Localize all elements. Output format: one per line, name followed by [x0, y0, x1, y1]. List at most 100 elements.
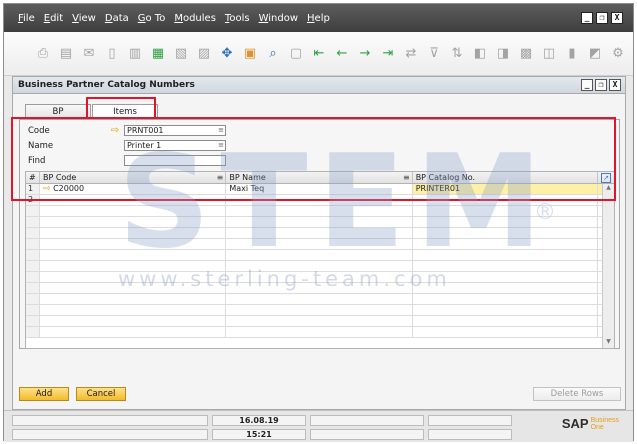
bp-code-cell[interactable]: ⇨ C20000 [40, 184, 227, 194]
grid-cell[interactable] [413, 206, 599, 216]
grid-cell[interactable] [40, 250, 227, 260]
col-header-bp-code[interactable]: BP Code ≡ [40, 172, 227, 183]
volume-weight-icon[interactable]: ▮ [563, 45, 581, 63]
table-row[interactable] [26, 272, 614, 283]
col-header-catalog-no[interactable]: BP Catalog No. [413, 172, 599, 183]
grid-cell[interactable] [226, 316, 413, 326]
menu-help[interactable]: Help [307, 13, 330, 24]
layout-designer-icon[interactable]: ◩ [586, 45, 604, 63]
restore-button[interactable]: ❐ [596, 12, 608, 24]
table-row[interactable] [26, 261, 614, 272]
target-document-icon[interactable]: ◨ [494, 45, 512, 63]
last-record-icon[interactable]: ⇥ [379, 45, 397, 63]
col-header-bp-name[interactable]: BP Name ≡ [226, 172, 413, 183]
print-icon[interactable]: ▤ [57, 45, 75, 63]
grid-cell[interactable] [226, 283, 413, 293]
first-record-icon[interactable]: ⇤ [310, 45, 328, 63]
grid-cell[interactable] [226, 327, 413, 337]
email-icon[interactable]: ✉ [80, 45, 98, 63]
tab-bp[interactable]: BP [25, 104, 91, 119]
payment-means-icon[interactable]: ◫ [540, 45, 558, 63]
table-row[interactable] [26, 228, 614, 239]
cancel-button[interactable]: Cancel [76, 387, 126, 401]
grid-cell[interactable] [226, 250, 413, 260]
tab-items[interactable]: Items [92, 104, 158, 120]
catalog-no-cell[interactable] [413, 195, 599, 205]
grid-cell[interactable] [413, 250, 599, 260]
fax-icon[interactable]: ▥ [126, 45, 144, 63]
delete-rows-button[interactable]: Delete Rows [533, 387, 621, 401]
grid-cell[interactable] [226, 217, 413, 227]
table-row[interactable]: 2 [26, 195, 614, 206]
grid-cell[interactable] [413, 272, 599, 282]
table-row[interactable] [26, 327, 614, 338]
menu-file[interactable]: File [18, 13, 35, 24]
grid-cell[interactable] [40, 327, 227, 337]
table-row[interactable] [26, 316, 614, 327]
find-icon[interactable]: ⌕ [264, 45, 282, 63]
grid-cell[interactable] [413, 327, 599, 337]
grid-cell[interactable] [40, 217, 227, 227]
table-row[interactable] [26, 239, 614, 250]
scroll-down-icon[interactable]: ▼ [603, 338, 614, 348]
list-icon[interactable]: ≡ [218, 141, 224, 150]
minimize-button[interactable]: _ [581, 12, 593, 24]
form-restore-button[interactable]: ❐ [595, 79, 607, 91]
grid-cell[interactable] [226, 239, 413, 249]
grid-cell[interactable] [226, 228, 413, 238]
grid-scrollbar[interactable]: ▲ ▼ [602, 184, 614, 348]
table-row[interactable] [26, 305, 614, 316]
next-record-icon[interactable]: → [356, 45, 374, 63]
column-menu-icon[interactable]: ≡ [403, 172, 410, 183]
grid-cell[interactable] [40, 272, 227, 282]
bp-name-cell[interactable]: Maxi Teq [226, 184, 413, 194]
table-row[interactable] [26, 283, 614, 294]
grid-cell[interactable] [413, 228, 599, 238]
grid-cell[interactable] [413, 294, 599, 304]
code-field[interactable]: PRNT001 ≡ [124, 125, 226, 136]
form-close-button[interactable]: X [609, 79, 621, 91]
form-settings-icon[interactable]: ⚙ [609, 45, 627, 63]
table-row[interactable]: 1 ⇨ C20000 Maxi Teq PRINTER01 [26, 184, 614, 195]
table-row[interactable] [26, 294, 614, 305]
grid-cell[interactable] [226, 261, 413, 271]
grid-cell[interactable] [413, 217, 599, 227]
close-button[interactable]: X [611, 12, 623, 24]
grid-cell[interactable] [226, 294, 413, 304]
table-row[interactable] [26, 217, 614, 228]
grid-cell[interactable] [413, 305, 599, 315]
grid-cell[interactable] [40, 239, 227, 249]
grid-cell[interactable] [413, 261, 599, 271]
expand-grid-icon[interactable]: ↗ [601, 173, 611, 183]
form-minimize-button[interactable]: _ [581, 79, 593, 91]
column-menu-icon[interactable]: ≡ [217, 172, 224, 183]
menu-view[interactable]: View [72, 13, 96, 24]
grid-cell[interactable] [226, 206, 413, 216]
grid-cell[interactable] [40, 294, 227, 304]
menu-goto[interactable]: Go To [138, 13, 166, 24]
sms-icon[interactable]: ▯ [103, 45, 121, 63]
table-row[interactable] [26, 206, 614, 217]
name-field[interactable]: Printer 1 ≡ [124, 140, 226, 151]
list-icon[interactable]: ≡ [218, 126, 224, 135]
grid-cell[interactable] [40, 261, 227, 271]
grid-cell[interactable] [413, 283, 599, 293]
grid-cell[interactable] [226, 272, 413, 282]
grid-cell[interactable] [40, 316, 227, 326]
filter-icon[interactable]: ⊽ [425, 45, 443, 63]
table-row[interactable] [26, 250, 614, 261]
export-excel-icon[interactable]: ▦ [149, 45, 167, 63]
refresh-icon[interactable]: ⇄ [402, 45, 420, 63]
menu-edit[interactable]: Edit [44, 13, 63, 24]
export-pdf-icon[interactable]: ▨ [195, 45, 213, 63]
bp-name-cell[interactable] [226, 195, 413, 205]
sort-icon[interactable]: ⇅ [448, 45, 466, 63]
menu-tools[interactable]: Tools [225, 13, 250, 24]
add-icon[interactable]: ▢ [287, 45, 305, 63]
grid-cell[interactable] [226, 305, 413, 315]
grid-cell[interactable] [40, 228, 227, 238]
grid-cell[interactable] [40, 305, 227, 315]
grid-cell[interactable] [40, 206, 227, 216]
menu-data[interactable]: Data [105, 13, 129, 24]
grid-cell[interactable] [40, 283, 227, 293]
